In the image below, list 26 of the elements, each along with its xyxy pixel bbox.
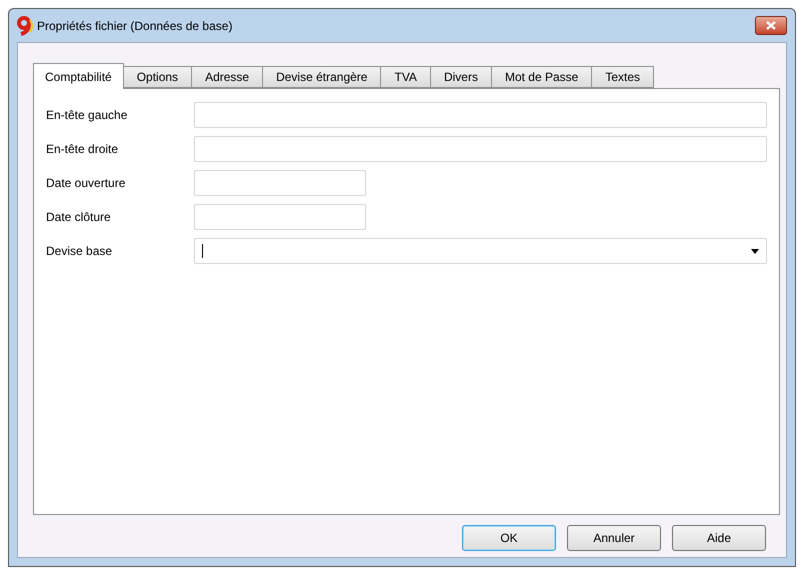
window-title: Propriétés fichier (Données de base): [37, 18, 232, 34]
field-label: Devise base: [46, 243, 114, 260]
input-field[interactable]: [194, 136, 767, 162]
close-button[interactable]: [755, 16, 787, 35]
tab[interactable]: Adresse: [192, 66, 264, 88]
dropdown-field[interactable]: [194, 238, 767, 264]
dialog-button[interactable]: OK: [462, 525, 556, 551]
tab[interactable]: Devise étrangère: [263, 66, 382, 88]
dialog-button[interactable]: Aide: [672, 525, 766, 551]
tab[interactable]: Divers: [430, 66, 492, 88]
field-label: Date clôture: [46, 209, 112, 226]
field-label: En-tête droite: [46, 141, 120, 158]
tab[interactable]: TVA: [381, 66, 431, 88]
input-field[interactable]: [194, 170, 366, 196]
field-label: Date ouverture: [46, 175, 126, 192]
app-logo-icon: [17, 16, 35, 36]
input-field[interactable]: [194, 102, 767, 128]
close-icon: [766, 21, 776, 30]
field-label: En-tête gauche: [46, 107, 128, 124]
tab[interactable]: Comptabilité: [33, 63, 124, 89]
tab[interactable]: Textes: [592, 66, 654, 88]
dialog-button[interactable]: Annuler: [567, 525, 661, 551]
input-field[interactable]: [194, 204, 366, 230]
tab[interactable]: Mot de Passe: [492, 66, 592, 88]
dropdown-arrow-icon: [751, 248, 759, 254]
tab[interactable]: Options: [124, 66, 192, 88]
